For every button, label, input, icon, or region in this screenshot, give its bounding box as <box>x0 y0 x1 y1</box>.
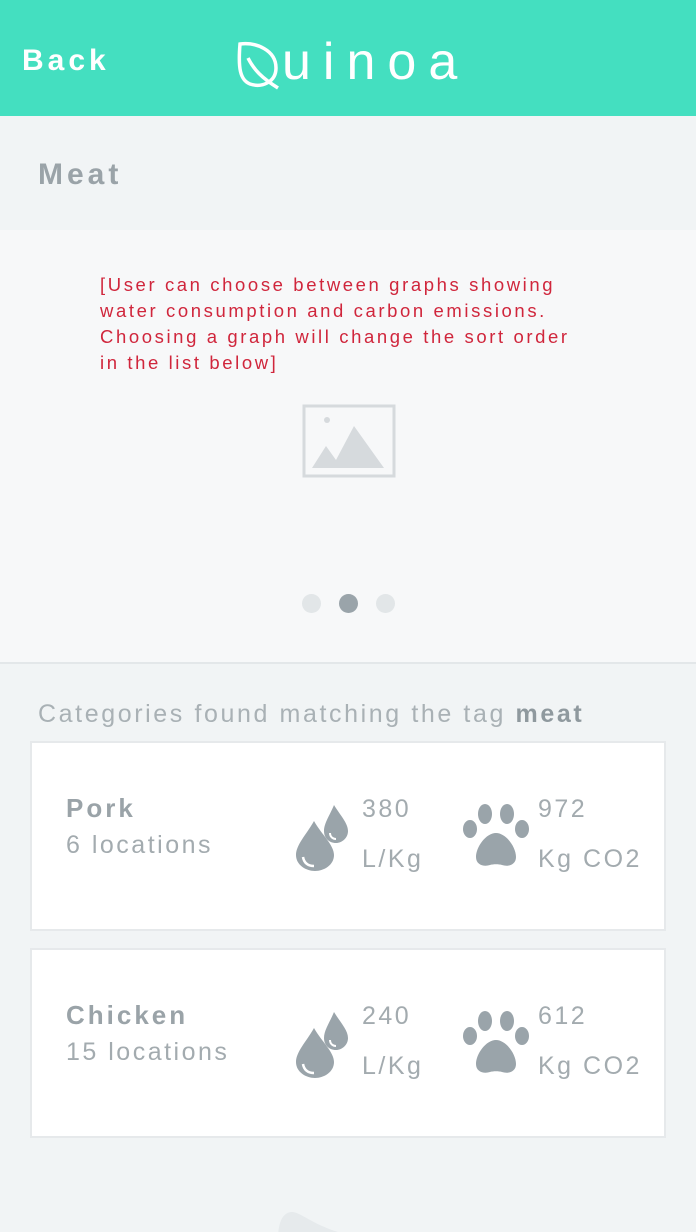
bottom-tab-handle[interactable] <box>278 1210 418 1232</box>
water-value: 240 <box>362 1002 412 1030</box>
graph-carousel[interactable]: [User can choose between graphs showing … <box>0 230 696 664</box>
pager-dot-3[interactable] <box>376 594 395 613</box>
paw-print-icon <box>463 804 529 866</box>
app-logo: uinoa <box>236 34 469 90</box>
section-title-bar: Meat <box>0 116 696 230</box>
category-locations: 15 locations <box>66 1038 230 1066</box>
paw-print-icon <box>463 1011 529 1073</box>
water-value: 380 <box>362 795 412 823</box>
co2-unit: Kg CO2 <box>538 845 642 873</box>
back-button[interactable]: Back <box>22 44 110 78</box>
results-heading: Categories found matching the tag meat <box>38 700 584 729</box>
co2-unit: Kg CO2 <box>538 1052 642 1080</box>
water-drops-icon <box>296 805 348 871</box>
page-title: Meat <box>38 158 123 191</box>
water-drops-icon <box>296 1012 348 1078</box>
carousel-pager <box>302 594 395 613</box>
water-unit: L/Kg <box>362 1052 424 1080</box>
co2-value: 612 <box>538 1002 588 1030</box>
category-card-pork[interactable]: Pork 6 locations 380 L/Kg 972 Kg CO2 <box>30 741 666 931</box>
category-card-chicken[interactable]: Chicken 15 locations 240 L/Kg 612 Kg CO2 <box>30 948 666 1138</box>
results-heading-tag: meat <box>515 700 585 728</box>
co2-value: 972 <box>538 795 588 823</box>
category-name: Pork <box>66 793 136 823</box>
water-unit: L/Kg <box>362 845 424 873</box>
leaf-logo-icon <box>237 41 279 90</box>
category-name: Chicken <box>66 1000 189 1030</box>
category-locations: 6 locations <box>66 831 214 859</box>
logo-text: uinoa <box>282 33 470 91</box>
image-placeholder-icon <box>302 404 396 478</box>
designer-note: [User can choose between graphs showing … <box>100 274 570 373</box>
pager-dot-1[interactable] <box>302 594 321 613</box>
pager-dot-2[interactable] <box>339 594 358 613</box>
results-heading-text: Categories found matching the tag <box>38 700 506 728</box>
app-header: Back uinoa <box>0 0 696 116</box>
